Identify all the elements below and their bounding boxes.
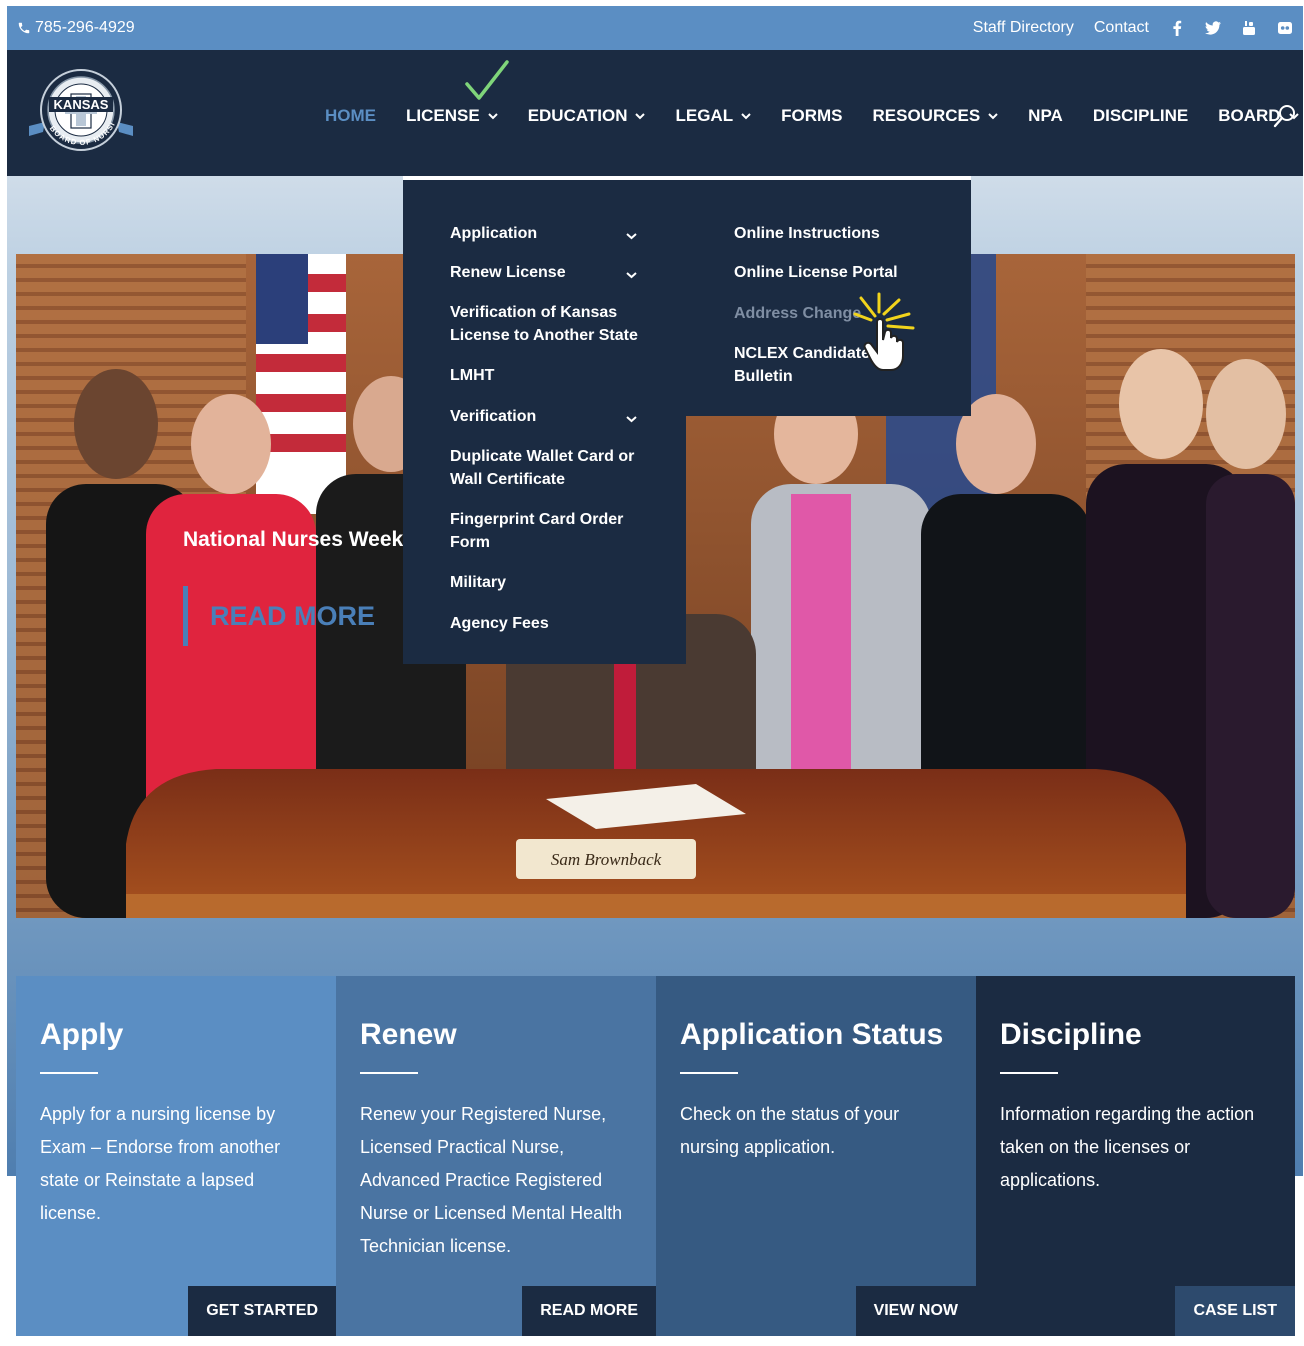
checkmark-annotation-icon [465,60,509,100]
nav-item-education[interactable]: EDUCATION [528,106,646,126]
card-renew: Renew Renew your Registered Nurse, Licen… [336,976,656,1336]
nameplate-text: Sam Brownback [551,850,662,869]
card-text: Check on the status of your nursing appl… [680,1104,900,1157]
browser-page: 785-296-4929 Staff Directory Contact KAN… [7,6,1303,1340]
top-links: Staff Directory Contact [973,19,1293,37]
phone-icon [18,22,30,34]
get-started-button[interactable]: GET STARTED [188,1286,336,1336]
card-text: Renew your Registered Nurse, Licensed Pr… [360,1104,623,1256]
menu-item-military[interactable]: Military [450,571,506,594]
card-title: Renew [360,1018,457,1051]
menu-item-online-instructions[interactable]: Online Instructions [734,222,880,245]
nav-label: HOME [325,106,376,125]
menu-item-application[interactable]: Application [450,222,537,245]
search-icon[interactable] [1273,104,1297,128]
chevron-down-icon [487,113,498,120]
nav-item-legal[interactable]: LEGAL [675,106,751,126]
card-text: Apply for a nursing license by Exam – En… [40,1104,281,1223]
nav-label: BOARD [1218,106,1281,125]
contact-link[interactable]: Contact [1094,19,1149,37]
top-bar: 785-296-4929 Staff Directory Contact [7,6,1303,50]
nav-label: FORMS [781,106,843,125]
card-application-status: Application Status Check on the status o… [656,976,976,1336]
case-list-button[interactable]: CASE LIST [1175,1286,1295,1336]
hero-caption: National Nurses Week 2 [183,528,421,551]
menu-item-fingerprint-card[interactable]: Fingerprint Card Order Form [450,508,655,554]
nav-item-home[interactable]: HOME [325,106,376,126]
license-submenu: Online Instructions Online License Porta… [686,180,971,416]
nav-label: LICENSE [406,106,480,125]
chevron-down-icon [635,113,646,120]
nav-label: LEGAL [675,106,734,125]
nav-item-discipline[interactable]: DISCIPLINE [1093,106,1188,126]
card-discipline: Discipline Information regarding the act… [976,976,1295,1336]
main-navigation: KANSAS BOARD OF NURSING HOME LICENSE EDU… [7,50,1303,176]
nav-item-forms[interactable]: FORMS [781,106,842,126]
menu-item-duplicate-wallet-card[interactable]: Duplicate Wallet Card or Wall Certificat… [450,445,655,491]
phone-number[interactable]: 785-296-4929 [17,19,135,37]
nav-item-resources[interactable]: RESOURCES [872,106,998,126]
card-divider [680,1072,738,1074]
menu-item-verification-kansas-license[interactable]: Verification of Kansas License to Anothe… [450,301,655,347]
menu-item-online-license-portal[interactable]: Online License Portal [734,261,898,284]
nav-label: RESOURCES [872,106,981,125]
youtube-icon[interactable] [1241,20,1257,36]
kansas-board-of-nursing-logo[interactable]: KANSAS BOARD OF NURSING [25,60,137,164]
read-more-button[interactable]: READ MORE [522,1286,656,1336]
logo-kansas-text: KANSAS [54,97,109,112]
license-dropdown-left-column: Application Renew License Verification o… [403,180,686,664]
hand-pointer-cursor-icon [853,292,915,371]
phone-text: 785-296-4929 [35,19,135,36]
nav-item-npa[interactable]: NPA [1028,106,1063,126]
menu-item-address-change[interactable]: Address Change [734,302,861,325]
chevron-down-icon [626,233,637,240]
hero-read-more-button[interactable]: READ MORE [183,586,375,646]
view-now-button[interactable]: VIEW NOW [855,1286,976,1336]
card-divider [360,1072,418,1074]
staff-directory-link[interactable]: Staff Directory [973,19,1074,37]
card-title: Discipline [1000,1018,1142,1051]
menu-item-renew-license[interactable]: Renew License [450,261,566,284]
card-title: Application Status [680,1018,944,1051]
flickr-icon[interactable] [1277,20,1293,36]
menu-item-agency-fees[interactable]: Agency Fees [450,612,549,635]
nav-menu: HOME LICENSE EDUCATION LEGAL FORMS RESOU… [325,106,1304,126]
card-title: Apply [40,1018,124,1051]
chevron-down-icon [626,416,637,423]
chevron-down-icon [626,272,637,279]
menu-item-verification[interactable]: Verification [450,405,536,428]
nav-item-license[interactable]: LICENSE [406,106,498,126]
nav-label: DISCIPLINE [1092,106,1189,125]
card-text: Information regarding the action taken o… [1000,1104,1255,1190]
chevron-down-icon [741,113,751,120]
menu-item-lmht[interactable]: LMHT [450,364,494,387]
twitter-icon[interactable] [1205,20,1221,36]
facebook-icon[interactable] [1169,20,1185,36]
nav-label: NPA [1028,106,1063,125]
nav-label: EDUCATION [527,106,628,125]
chevron-down-icon [988,113,998,120]
card-divider [40,1072,98,1074]
card-divider [1000,1072,1058,1074]
card-apply: Apply Apply for a nursing license by Exa… [16,976,336,1336]
